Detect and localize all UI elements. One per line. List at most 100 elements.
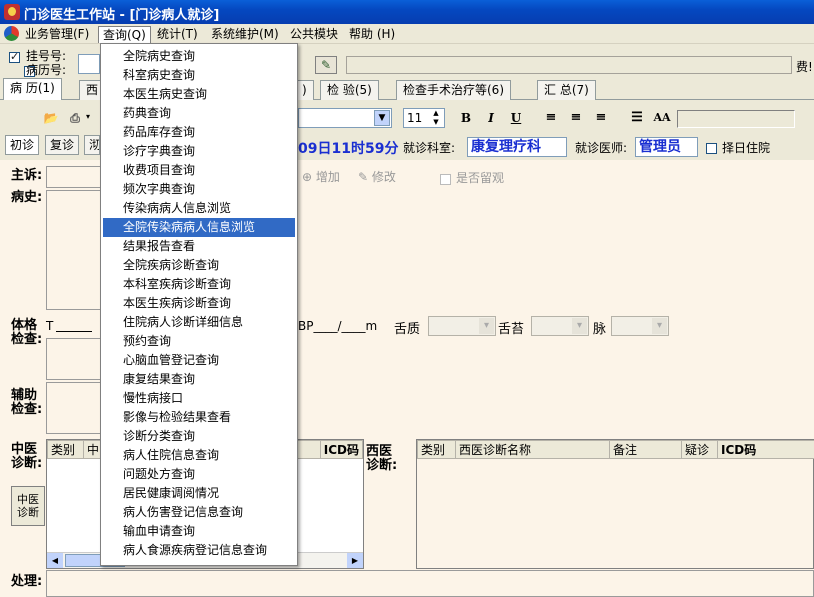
tcm-diagnosis-button[interactable]: 中医 诊断	[11, 486, 45, 526]
query-menu-item[interactable]: 全院传染病病人信息浏览	[103, 218, 295, 237]
query-menu-item[interactable]: 结果报告查看	[103, 237, 295, 256]
western-diagnosis-label-line2: 诊断:	[366, 458, 398, 473]
western-diagnosis-label-line1: 西医	[366, 444, 393, 459]
query-menu-item[interactable]: 输血申请查询	[103, 522, 295, 541]
align-left-icon[interactable]: ≡	[540, 107, 562, 129]
tab-record[interactable]: 病 历(1)	[3, 78, 62, 100]
spin-arrows-icon[interactable]: ▲ ▼	[429, 109, 443, 127]
complaint-input[interactable]	[46, 166, 102, 188]
add-button[interactable]: ⊕ 增加	[302, 168, 340, 185]
query-menu-item[interactable]: 康复结果查询	[103, 370, 295, 389]
treatment-input[interactable]	[46, 570, 814, 597]
visit-tab-partial[interactable]: 沏	[84, 135, 100, 155]
query-menu-item[interactable]: 问题处方查询	[103, 465, 295, 484]
tab-lab[interactable]: 检 验(5)	[320, 80, 379, 100]
west-col-note: 备注	[609, 440, 682, 459]
tcm-col-category: 类别	[47, 440, 84, 459]
exam-label-line1: 体格	[11, 318, 38, 333]
west-col-name: 西医诊断名称	[455, 440, 610, 459]
query-menu-item[interactable]: 预约查询	[103, 332, 295, 351]
query-menu-item[interactable]: 病人住院信息查询	[103, 446, 295, 465]
query-menu-item[interactable]: 药品库存查询	[103, 123, 295, 142]
reg-no-checkbox[interactable]	[9, 50, 20, 63]
doctor-label: 就诊医师:	[575, 141, 628, 155]
query-menu-item[interactable]: 诊断分类查询	[103, 427, 295, 446]
blood-pressure-field[interactable]: BP____/____m	[298, 319, 377, 333]
query-menu-item[interactable]: 传染病病人信息浏览	[103, 199, 295, 218]
query-menu-item[interactable]: 住院病人诊断详细信息	[103, 313, 295, 332]
pulse-select[interactable]	[611, 316, 669, 336]
tab-summary[interactable]: 汇 总(7)	[537, 80, 596, 100]
west-col-category: 类别	[417, 440, 456, 459]
tab-hidden[interactable]: )	[296, 80, 314, 100]
menu-system[interactable]: 系统维护(M)	[207, 26, 283, 43]
open-folder-icon[interactable]: 📂	[40, 107, 62, 129]
tcm-diagnosis-label-line2: 诊断:	[11, 456, 43, 471]
underline-button[interactable]: U	[505, 107, 527, 129]
exam-input[interactable]	[46, 338, 102, 380]
menu-help[interactable]: 帮助 (H)	[345, 26, 399, 43]
print-dropdown-icon[interactable]: ▾	[86, 112, 90, 121]
temperature-field[interactable]: T	[46, 319, 53, 333]
patient-id-input[interactable]	[78, 54, 100, 74]
query-menu-item[interactable]: 心脑血管登记查询	[103, 351, 295, 370]
change-case-button[interactable]: AA	[651, 107, 673, 129]
query-menu-item[interactable]: 本医生疾病诊断查询	[103, 294, 295, 313]
modify-button[interactable]: ✎ 修改	[358, 168, 396, 185]
query-menu-item[interactable]: 本医生病史查询	[103, 85, 295, 104]
query-menu-item[interactable]: 全院疾病诊断查询	[103, 256, 295, 275]
menu-public[interactable]: 公共模块	[286, 26, 342, 43]
font-size-input[interactable]: 11 ▲ ▼	[403, 108, 445, 128]
query-menu-item[interactable]: 慢性病接口	[103, 389, 295, 408]
menu-statistics[interactable]: 统计(T)	[153, 26, 202, 43]
coating-select[interactable]	[531, 316, 589, 336]
record-no-label: 病历号:	[26, 63, 67, 77]
menu-business[interactable]: 业务管理(F)	[21, 26, 93, 43]
query-menu-item[interactable]: 诊疗字典查询	[103, 142, 295, 161]
align-right-icon[interactable]: ≡	[590, 107, 612, 129]
font-size-value: 11	[407, 111, 423, 125]
query-menu-item[interactable]: 频次字典查询	[103, 180, 295, 199]
query-menu-item[interactable]: 科室病史查询	[103, 66, 295, 85]
western-diagnosis-grid[interactable]: 类别 西医诊断名称 备注 疑诊 ICD码	[416, 439, 814, 569]
query-menu-item[interactable]: 收费项目查询	[103, 161, 295, 180]
temperature-underline	[56, 320, 92, 332]
bold-button[interactable]: B	[455, 107, 477, 129]
tcm-col-icd: ICD码	[319, 440, 364, 459]
query-menu-item[interactable]: 病人食源疾病登记信息查询	[103, 541, 295, 560]
tab-exam-surgery[interactable]: 检查手术治疗等(6)	[396, 80, 511, 100]
print-icon[interactable]: ⎙	[64, 107, 86, 129]
edit-pen-icon[interactable]: ✎	[315, 56, 337, 74]
font-dropdown-icon[interactable]: ▼	[374, 110, 390, 126]
coating-label: 舌苔	[498, 322, 525, 337]
window-title: 门诊医生工作站 - [门诊病人就诊]	[24, 8, 220, 23]
history-input[interactable]	[46, 190, 102, 310]
exam-label-line2: 检查:	[11, 332, 43, 347]
pulse-label: 脉	[593, 322, 607, 337]
scroll-right-icon[interactable]: ▶	[347, 553, 363, 568]
observe-checkbox[interactable]	[440, 174, 451, 185]
patient-info-box	[346, 56, 792, 74]
italic-button[interactable]: I	[480, 107, 502, 129]
bullet-list-icon[interactable]: ☰	[626, 107, 648, 129]
query-menu-item[interactable]: 居民健康调阅情况	[103, 484, 295, 503]
query-menu-item[interactable]: 病人伤害登记信息查询	[103, 503, 295, 522]
first-visit-tab[interactable]: 初诊	[5, 135, 40, 155]
query-menu-item[interactable]: 本科室疾病诊断查询	[103, 275, 295, 294]
query-menu-item[interactable]: 药典查询	[103, 104, 295, 123]
query-menu-item[interactable]: 全院病史查询	[103, 47, 295, 66]
tcm-diagnosis-label-line1: 中医	[11, 442, 38, 457]
app-icon	[4, 4, 20, 20]
treatment-label: 处理:	[11, 574, 43, 589]
aux-input[interactable]	[46, 382, 102, 434]
observe-label: 是否留观	[456, 171, 505, 185]
query-menu-item[interactable]: 影像与检验结果查看	[103, 408, 295, 427]
hosp-date-checkbox[interactable]	[706, 143, 717, 154]
align-center-icon[interactable]: ≡	[565, 107, 587, 129]
menu-query[interactable]: 查询(Q)	[98, 26, 151, 43]
app-logo-icon	[4, 26, 19, 41]
follow-up-tab[interactable]: 复诊	[45, 135, 80, 155]
font-name-select[interactable]: ▼	[298, 108, 392, 128]
tongue-select[interactable]	[428, 316, 496, 336]
scroll-left-icon[interactable]: ◀	[47, 553, 63, 568]
